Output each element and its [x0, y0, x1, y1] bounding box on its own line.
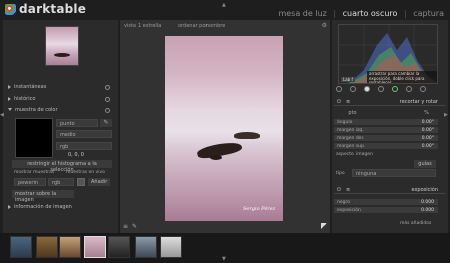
- presets-icon[interactable]: ≡: [346, 187, 350, 193]
- color-icon[interactable]: [392, 86, 398, 92]
- sort-label: ordenar por: [178, 23, 208, 29]
- expand-icon: [8, 204, 11, 209]
- collapse-left-arrow-icon[interactable]: ◀: [0, 112, 4, 118]
- crop-tabs: pto%: [334, 110, 446, 118]
- view-darkroom[interactable]: cuarto oscuro: [343, 9, 398, 18]
- filmstrip-thumbnail[interactable]: [59, 236, 81, 258]
- more-modules-link[interactable]: más añadidos: [400, 221, 431, 226]
- half-circle-icon[interactable]: [378, 86, 384, 92]
- color-swatch: [15, 118, 53, 158]
- center-bottom-tools: ≡ ✎: [120, 222, 330, 232]
- snapshots-header[interactable]: instantáneas: [8, 84, 116, 92]
- picker-icon[interactable]: ✎: [132, 223, 137, 230]
- filmstrip-thumbnail[interactable]: [135, 236, 157, 258]
- module-group-tabs: [336, 86, 446, 96]
- angle-slider[interactable]: ángulo 0.00°: [334, 119, 438, 126]
- reset-icon[interactable]: [105, 85, 110, 90]
- main-image[interactable]: Sergio Pérez: [165, 36, 283, 221]
- view-label: vista: [124, 23, 136, 29]
- margin-top-slider[interactable]: margen sup. 0.00°: [334, 143, 438, 150]
- filmstrip-thumbnail[interactable]: [84, 236, 106, 258]
- aspect-label: aspecto: [336, 152, 354, 157]
- sample-swatch: [77, 178, 85, 186]
- histogram-mode-label: Lab f: [341, 77, 355, 82]
- crop-module-header[interactable]: ⏻ ≡ recortar y rotar: [334, 98, 446, 106]
- margin-right-slider[interactable]: margen der. 0.00°: [334, 135, 438, 142]
- expand-icon: [8, 96, 11, 101]
- power-icon[interactable]: ⏻: [337, 187, 341, 193]
- power-icon[interactable]: ⏻: [337, 99, 341, 105]
- tipo-label: tipo: [336, 171, 345, 176]
- circle-icon[interactable]: [364, 86, 370, 92]
- picker-mode-select[interactable]: punto: [56, 119, 98, 127]
- display-samples-label: mostrar muestras: [14, 170, 55, 175]
- navigation-thumbnail[interactable]: [45, 26, 79, 66]
- preview-select[interactable]: pewerin: [14, 178, 46, 186]
- display-on-image-toggle[interactable]: mostrar sobre la imagen: [12, 190, 74, 203]
- collapse-bottom-arrow-icon[interactable]: ▼: [222, 256, 226, 262]
- color-picker-header[interactable]: muestra de color: [8, 107, 116, 115]
- live-samples-label: muestras en vivo: [66, 170, 105, 175]
- picker-mean-select[interactable]: medio: [56, 130, 112, 138]
- collapse-icon: [8, 108, 12, 111]
- margin-left-slider[interactable]: margen izq. 0.00°: [334, 127, 438, 134]
- view-lighttable[interactable]: mesa de luz: [278, 9, 326, 18]
- filmstrip-thumbnail[interactable]: [108, 236, 130, 258]
- crop-module-title: recortar y rotar: [399, 99, 438, 105]
- stars-filter[interactable]: 1 estrella: [138, 23, 161, 29]
- center-toolbar: vista 1 estrella ordenar por nombre ⚙: [120, 21, 330, 31]
- history-header[interactable]: histórico: [8, 96, 116, 104]
- exposure-module-header[interactable]: ⏻ ≡ exposición: [334, 186, 446, 194]
- expand-icon: [8, 84, 11, 89]
- histogram[interactable]: Lab f arrastrar para cambiar la exposici…: [338, 24, 438, 84]
- exposure-slider[interactable]: exposición 0.000: [334, 207, 438, 214]
- add-sample-button[interactable]: Añadir: [88, 178, 110, 186]
- reset-icon[interactable]: [105, 108, 110, 113]
- picker-space-select[interactable]: rgb: [56, 142, 112, 150]
- gear-icon[interactable]: ⚙: [322, 22, 327, 29]
- histogram-tooltip: arrastrar para cambiar la exposición, do…: [367, 71, 437, 83]
- collapse-top-arrow-icon[interactable]: ▲: [222, 2, 226, 8]
- guide-type-select[interactable]: ninguna: [352, 169, 436, 177]
- effect-icon[interactable]: [420, 86, 426, 92]
- view-capture[interactable]: captura: [413, 9, 444, 18]
- filmstrip-thumbnail[interactable]: [160, 236, 182, 258]
- filmstrip-thumbnail[interactable]: [10, 236, 32, 258]
- tab-percent[interactable]: %: [408, 110, 445, 116]
- exposure-module-title: exposición: [411, 187, 438, 193]
- sort-select[interactable]: nombre: [206, 23, 225, 29]
- darktable-logo-icon: [5, 4, 16, 15]
- rock-shape: [234, 132, 260, 139]
- power-icon[interactable]: [336, 86, 342, 92]
- app-title: darktable: [19, 2, 87, 16]
- view-switcher: mesa de luz | cuarto oscuro | captura: [278, 9, 444, 18]
- presets-icon[interactable]: ≡: [346, 99, 350, 105]
- restrict-histogram-button[interactable]: restringir el histograma a la selección: [12, 160, 112, 173]
- eyedropper-icon[interactable]: ✎: [100, 119, 112, 127]
- image-info-header[interactable]: información de imagen: [8, 204, 116, 212]
- filmstrip-thumbnail[interactable]: [36, 236, 58, 258]
- color-readout: 0, 0, 0: [68, 152, 84, 158]
- stack-icon[interactable]: ≡: [123, 223, 128, 230]
- lens-icon[interactable]: [406, 86, 412, 92]
- tab-pto[interactable]: pto: [334, 110, 371, 116]
- guides-button[interactable]: guías: [414, 160, 436, 168]
- reset-icon[interactable]: [105, 97, 110, 102]
- signature-watermark: Sergio Pérez: [243, 206, 276, 212]
- aspect-select[interactable]: imagen: [356, 152, 373, 157]
- overexposure-icon[interactable]: [321, 223, 327, 229]
- preview-space-select[interactable]: rgb: [48, 178, 74, 186]
- star-icon[interactable]: [350, 86, 356, 92]
- rock-shape: [210, 155, 222, 160]
- black-level-slider[interactable]: negro 0.000: [334, 199, 438, 206]
